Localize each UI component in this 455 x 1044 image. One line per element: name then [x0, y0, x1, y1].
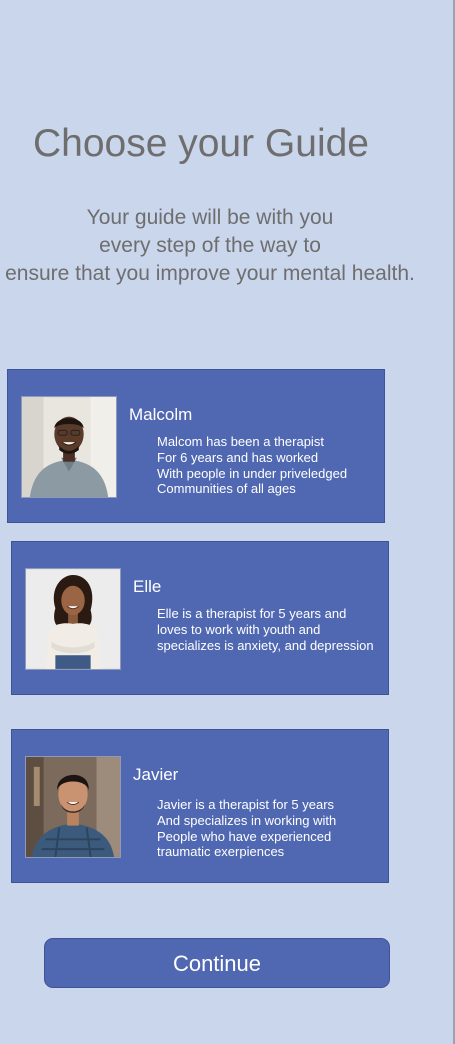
- guide-card-javier[interactable]: Javier Javier is a therapist for 5 years…: [11, 729, 389, 883]
- guide-photo-malcolm: [21, 396, 117, 498]
- guide-name: Elle: [133, 577, 162, 596]
- guide-description: Elle is a therapist for 5 years and love…: [157, 606, 374, 653]
- description-line: loves to work with youth and: [157, 621, 321, 637]
- description-line: Elle is a therapist for 5 years and: [157, 606, 347, 621]
- page-subtitle: Your guide will be with you every step o…: [0, 204, 420, 288]
- description-line: Javier is a therapist for 5 years: [157, 797, 335, 812]
- description-line: Communities of all ages: [157, 481, 296, 497]
- guide-card-elle[interactable]: Elle Elle is a therapist for 5 years and…: [11, 541, 389, 695]
- continue-button[interactable]: Continue: [44, 938, 390, 988]
- guide-description: Javier is a therapist for 5 years And sp…: [157, 797, 336, 860]
- page-title: Choose your Guide: [32, 122, 370, 165]
- portrait-image: [22, 397, 116, 497]
- guide-description: Malcom has been a therapist For 6 years …: [157, 434, 347, 497]
- subtitle-line: every step of the way to: [99, 234, 321, 257]
- description-line: For 6 years and has worked: [157, 449, 319, 465]
- portrait-image: [26, 569, 120, 669]
- description-line: And specializes in working with: [157, 812, 337, 828]
- guide-card-malcolm[interactable]: Malcolm Malcom has been a therapist For …: [7, 369, 385, 523]
- guide-name: Javier: [133, 765, 179, 784]
- guide-photo-javier: [25, 756, 121, 858]
- description-line: With people in under priveledged: [157, 465, 348, 481]
- subtitle-line: ensure that you improve your mental heal…: [5, 262, 415, 285]
- portrait-image: [26, 757, 120, 857]
- subtitle-line: Your guide will be with you: [86, 206, 334, 229]
- guide-photo-elle: [25, 568, 121, 670]
- guide-name: Malcolm: [129, 405, 193, 424]
- description-line: People who have experienced: [157, 828, 332, 844]
- description-line: Malcom has been a therapist: [157, 434, 324, 449]
- description-line: traumatic exerpiences: [157, 844, 285, 860]
- description-line: specializes is anxiety, and depression: [157, 637, 374, 653]
